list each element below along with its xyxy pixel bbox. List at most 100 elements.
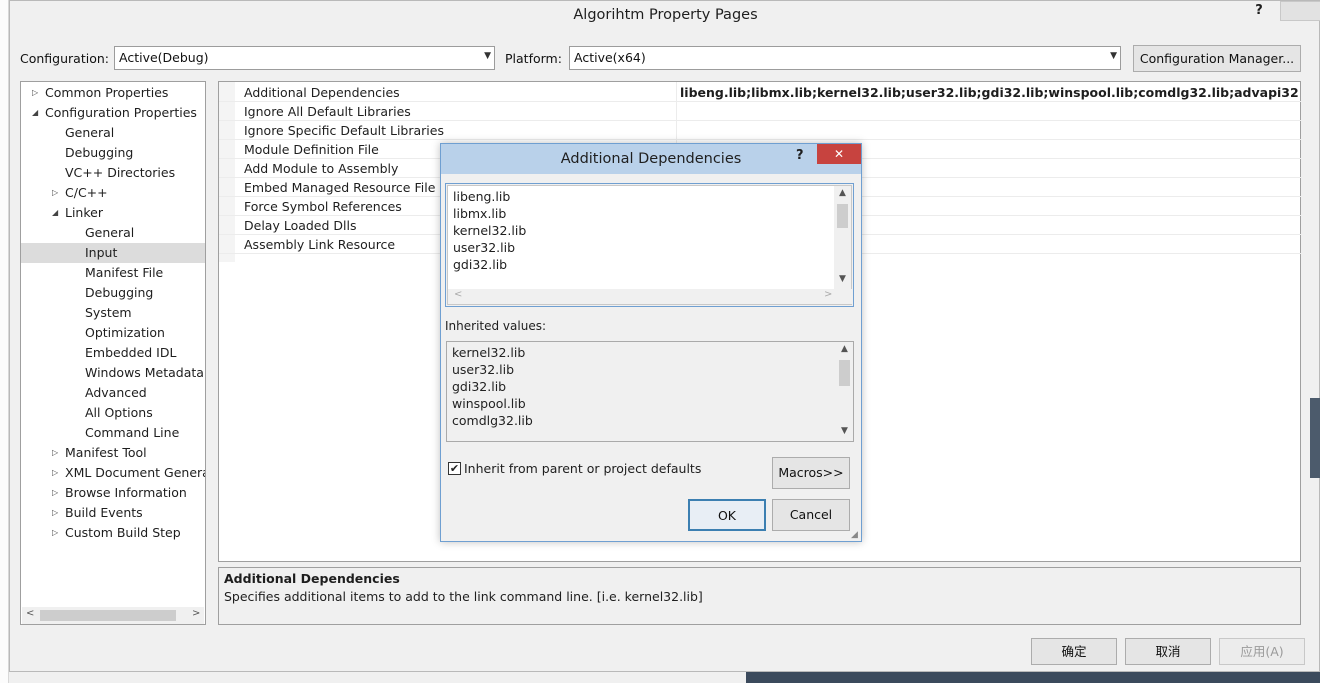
configuration-select[interactable]: Active(Debug) ▼: [114, 46, 495, 70]
macros-button[interactable]: Macros>>: [772, 457, 850, 489]
inherited-vertical-scrollbar[interactable]: ▲ ▼: [836, 342, 853, 441]
tree-item[interactable]: Debugging: [21, 143, 205, 163]
ok-button[interactable]: 确定: [1031, 638, 1117, 665]
tree-item[interactable]: ▷ XML Document Generat: [21, 463, 205, 483]
cancel-button[interactable]: 取消: [1125, 638, 1211, 665]
configuration-manager-button[interactable]: Configuration Manager...: [1133, 45, 1301, 72]
scroll-up-icon[interactable]: ▲: [834, 188, 851, 198]
expand-icon[interactable]: ▷: [52, 483, 58, 503]
tree-item[interactable]: VC++ Directories: [21, 163, 205, 183]
help-button[interactable]: ?: [1250, 3, 1268, 23]
scroll-down-icon[interactable]: ▼: [834, 274, 851, 284]
tree-item[interactable]: ▷ Manifest Tool: [21, 443, 205, 463]
tree-item[interactable]: All Options: [21, 403, 205, 423]
scroll-up-icon[interactable]: ▲: [836, 344, 853, 354]
close-button[interactable]: [1280, 1, 1320, 21]
expand-icon[interactable]: ▷: [52, 523, 58, 543]
scrollbar-thumb[interactable]: [837, 204, 848, 228]
dialog-ok-button[interactable]: OK: [688, 499, 766, 531]
tree-item[interactable]: ▷ Custom Build Step: [21, 523, 205, 543]
tree-item[interactable]: ◢ Configuration Properties: [21, 103, 205, 123]
scroll-left-icon[interactable]: <: [454, 289, 462, 300]
scroll-right-icon[interactable]: >: [192, 608, 200, 619]
tree-item[interactable]: ▷ Common Properties: [21, 83, 205, 103]
tree-item-label: XML Document Generat: [65, 465, 205, 480]
property-name: Ignore Specific Default Libraries: [244, 123, 444, 138]
platform-value: Active(x64): [574, 50, 646, 65]
additional-dependencies-dialog: Additional Dependencies ? ✕ libeng.lib li…: [440, 143, 862, 542]
tree-item[interactable]: Advanced: [21, 383, 205, 403]
property-name: Module Definition File: [244, 142, 379, 157]
tree-item-label: Manifest File: [85, 265, 164, 280]
edit-horizontal-scrollbar[interactable]: < >: [448, 289, 853, 304]
inherit-checkbox-label[interactable]: Inherit from parent or project defaults: [464, 461, 701, 476]
inherited-item: comdlg32.lib: [452, 413, 533, 428]
tree-item[interactable]: ▷ C/C++: [21, 183, 205, 203]
tree-item-label: Common Properties: [45, 85, 169, 100]
property-row[interactable]: Ignore Specific Default Libraries: [219, 121, 1301, 140]
property-value[interactable]: libeng.lib;libmx.lib;kernel32.lib;user32…: [680, 83, 1300, 102]
tree-item[interactable]: Embedded IDL: [21, 343, 205, 363]
property-row[interactable]: Ignore All Default Libraries: [219, 102, 1301, 121]
scrollbar-thumb[interactable]: [40, 610, 176, 621]
background-code-strip: [0, 0, 9, 683]
expand-icon[interactable]: ▷: [52, 503, 58, 523]
dependency-item: kernel32.lib: [453, 223, 527, 238]
tree-item[interactable]: ▷ Build Events: [21, 503, 205, 523]
window-title: Algorihtm Property Pages: [573, 7, 758, 23]
tree-item[interactable]: General: [21, 123, 205, 143]
scroll-down-icon[interactable]: ▼: [836, 426, 853, 436]
tree-item-label: Debugging: [85, 285, 154, 300]
property-name: Delay Loaded Dlls: [244, 218, 357, 233]
tree-item-label: Manifest Tool: [65, 445, 147, 460]
tree-horizontal-scrollbar[interactable]: < >: [22, 607, 204, 624]
property-name: Ignore All Default Libraries: [244, 104, 411, 119]
property-row[interactable]: Additional Dependencies libeng.lib;libmx.…: [219, 83, 1301, 102]
tree-item-label: Custom Build Step: [65, 525, 181, 540]
tree-item-label: Build Events: [65, 505, 143, 520]
close-icon: ✕: [833, 147, 845, 161]
property-tree: ▷ Common Properties ◢ Configuration Propert…: [20, 81, 206, 625]
tree-item[interactable]: Windows Metadata: [21, 363, 205, 383]
tree-item-label: Debugging: [65, 145, 134, 160]
tree-item[interactable]: ◢ Linker: [21, 203, 205, 223]
scroll-right-icon[interactable]: >: [824, 289, 832, 300]
tree-item-label: Optimization: [85, 325, 165, 340]
tree-item[interactable]: Debugging: [21, 283, 205, 303]
inherit-checkbox[interactable]: ✔: [448, 462, 461, 475]
expand-icon[interactable]: ▷: [52, 463, 58, 483]
edit-vertical-scrollbar[interactable]: ▲ ▼: [834, 186, 851, 289]
scrollbar-thumb[interactable]: [839, 360, 850, 386]
tree-item[interactable]: Optimization: [21, 323, 205, 343]
tree-item[interactable]: ▷ Browse Information: [21, 483, 205, 503]
tree-item[interactable]: Manifest File: [21, 263, 205, 283]
platform-select[interactable]: Active(x64) ▼: [569, 46, 1121, 70]
dependency-item: user32.lib: [453, 240, 516, 255]
tree-item-label: Advanced: [85, 385, 147, 400]
collapse-icon[interactable]: ◢: [32, 103, 38, 123]
description-title: Additional Dependencies: [224, 571, 400, 586]
property-name: Embed Managed Resource File: [244, 180, 436, 195]
collapse-icon[interactable]: ◢: [52, 203, 58, 223]
resize-grip-icon[interactable]: ◢: [851, 530, 858, 540]
scroll-left-icon[interactable]: <: [26, 608, 34, 619]
dependency-item: libmx.lib: [453, 206, 507, 221]
tree-item[interactable]: Input: [21, 243, 205, 263]
dialog-help-button[interactable]: ?: [796, 148, 804, 163]
tree-item-label: Linker: [65, 205, 103, 220]
apply-button[interactable]: 应用(A): [1219, 638, 1305, 665]
tree-item-label: Windows Metadata: [85, 365, 204, 380]
dependencies-textarea[interactable]: libeng.lib libmx.lib kernel32.lib user32.li…: [447, 185, 853, 305]
dialog-close-button[interactable]: ✕: [817, 144, 861, 164]
tree-item[interactable]: System: [21, 303, 205, 323]
tree-item-label: Command Line: [85, 425, 180, 440]
tree-item[interactable]: Command Line: [21, 423, 205, 443]
dialog-cancel-button[interactable]: Cancel: [772, 499, 850, 531]
expand-icon[interactable]: ▷: [52, 443, 58, 463]
expand-icon[interactable]: ▷: [32, 83, 38, 103]
expand-icon[interactable]: ▷: [52, 183, 58, 203]
inherited-values-list[interactable]: kernel32.lib user32.lib gdi32.lib winspool.…: [446, 341, 854, 442]
inherited-item: gdi32.lib: [452, 379, 507, 394]
tree-item[interactable]: General: [21, 223, 205, 243]
tree-item-label: Configuration Properties: [45, 105, 197, 120]
